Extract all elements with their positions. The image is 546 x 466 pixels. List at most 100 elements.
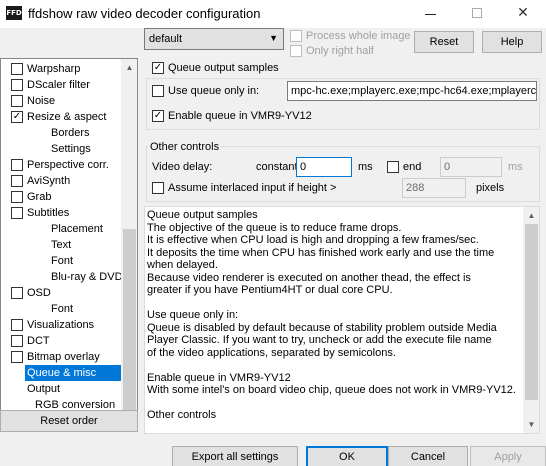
maximize-button[interactable] xyxy=(454,0,500,28)
export-all-settings-button[interactable]: Export all settings xyxy=(172,446,298,466)
ok-button[interactable]: OK xyxy=(306,446,388,466)
tree-item[interactable]: Perspective corr. xyxy=(11,157,121,173)
close-icon: ✕ xyxy=(517,5,529,21)
tree-scroll-thumb[interactable] xyxy=(123,229,136,417)
tree-item[interactable]: Text xyxy=(51,237,121,253)
help-text-area[interactable]: Queue output samples The objective of the… xyxy=(144,206,540,434)
tree-checkbox[interactable] xyxy=(11,79,23,91)
scroll-down-icon[interactable]: ▼ xyxy=(523,416,539,433)
close-button[interactable]: ✕ xyxy=(500,0,546,28)
help-text-line: Enable queue in VMR9-YV12 xyxy=(147,371,291,384)
checkbox-box xyxy=(290,30,302,42)
tree-item-label: Visualizations xyxy=(27,319,95,331)
tree-item-label: Placement xyxy=(51,223,103,235)
tree-checkbox[interactable] xyxy=(11,95,23,107)
tree-item-label: Blu-ray & DVD xyxy=(51,271,123,283)
help-text-line: Queue output samples xyxy=(147,209,258,221)
constant-delay-input[interactable]: 0 xyxy=(296,157,352,177)
tree-checkbox[interactable] xyxy=(11,175,23,187)
tree-item[interactable]: Output xyxy=(27,381,121,397)
process-whole-image-label: Process whole image xyxy=(306,30,411,42)
tree-checkbox[interactable]: ✓ xyxy=(11,111,23,123)
reset-order-button[interactable]: Reset order xyxy=(0,410,138,432)
other-controls-title: Other controls xyxy=(148,141,222,153)
ms-unit-label-end: ms xyxy=(508,161,523,173)
tree-item-label: Settings xyxy=(51,143,91,155)
checkbox-box xyxy=(290,45,302,57)
tree-item[interactable]: Borders xyxy=(51,125,121,141)
tree-item[interactable]: AviSynth xyxy=(11,173,121,189)
tree-item-label: OSD xyxy=(27,287,51,299)
tree-item[interactable]: Font xyxy=(51,253,121,269)
tree-item[interactable]: Bitmap overlay xyxy=(11,349,121,365)
tree-checkbox[interactable] xyxy=(11,335,23,347)
tree-checkbox[interactable] xyxy=(11,159,23,171)
tree-item[interactable]: Blu-ray & DVD xyxy=(51,269,123,285)
tree-item[interactable]: Warpsharp xyxy=(11,61,121,77)
checkbox-box xyxy=(387,161,399,173)
tree-item[interactable]: DCT xyxy=(11,333,121,349)
tree-item[interactable]: DScaler filter xyxy=(11,77,121,93)
preset-dropdown[interactable]: default ▼ xyxy=(144,28,284,50)
assume-interlaced-label: Assume interlaced input if height > xyxy=(168,182,337,194)
tree-item[interactable]: ✓ Resize & aspect xyxy=(11,109,121,125)
tree-item[interactable]: OSD xyxy=(11,285,121,301)
tree-checkbox[interactable] xyxy=(11,319,23,331)
checkbox-box xyxy=(152,182,164,194)
help-text-line: Player Classic. If you want to try, unch… xyxy=(147,334,492,346)
help-text-line: Use queue only in: xyxy=(147,309,239,321)
tree-item-label: Perspective corr. xyxy=(27,159,109,171)
window-title: ffdshow raw video decoder configuration xyxy=(28,6,261,21)
tree-item-label: DScaler filter xyxy=(27,79,90,91)
checkbox-box: ✓ xyxy=(152,110,164,122)
tree-checkbox[interactable] xyxy=(11,191,23,203)
tree-item[interactable]: Grab xyxy=(11,189,121,205)
help-button[interactable]: Help xyxy=(482,31,542,53)
tree-item-label: AviSynth xyxy=(27,175,71,187)
title-bar: FFD ffdshow raw video decoder configurat… xyxy=(0,0,546,28)
scroll-up-icon[interactable]: ▲ xyxy=(523,207,539,224)
tree-item[interactable]: Visualizations xyxy=(11,317,121,333)
help-text-line: It deposits the time when CPU has finish… xyxy=(147,246,495,259)
tree-checkbox[interactable] xyxy=(11,287,23,299)
tree-checkbox[interactable] xyxy=(11,351,23,363)
interlaced-height-input[interactable]: 288 xyxy=(402,178,466,198)
tree-item[interactable]: Queue & misc xyxy=(25,365,121,381)
help-text-line: With some intel's on board video chip, q… xyxy=(147,384,516,396)
help-text-line: greater if you have Pentium4HT or dual c… xyxy=(147,284,393,296)
help-text-line: of the video applications, separated by … xyxy=(147,346,396,359)
tree-item[interactable]: Font xyxy=(51,301,121,317)
tree-checkbox[interactable] xyxy=(11,63,23,75)
tree-scrollbar[interactable]: ▲ ▼ xyxy=(121,59,137,431)
tree-item-label: Font xyxy=(51,255,74,267)
reset-button[interactable]: Reset xyxy=(414,31,474,53)
help-text-line: Because video renderer is executed on an… xyxy=(147,271,471,284)
cancel-button[interactable]: Cancel xyxy=(388,446,468,466)
ms-unit-label: ms xyxy=(358,161,373,173)
tree-item[interactable]: Subtitles xyxy=(11,205,121,221)
tree-checkbox[interactable] xyxy=(11,207,23,219)
checkbox-box: ✓ xyxy=(152,62,164,74)
tree-item-label: Queue & misc xyxy=(27,367,97,379)
queue-only-in-input[interactable]: mpc-hc.exe;mplayerc.exe;mpc-hc64.exe;mpl… xyxy=(287,81,537,101)
tree-item[interactable]: Noise xyxy=(11,93,121,109)
chevron-down-icon: ▼ xyxy=(269,33,278,43)
help-scroll-thumb[interactable] xyxy=(525,224,538,400)
tree-item[interactable]: Placement xyxy=(51,221,121,237)
checkbox-box xyxy=(152,85,164,97)
settings-tree[interactable]: Warpsharp DScaler filter Noise ✓ Resize & as… xyxy=(0,58,138,432)
help-scrollbar[interactable]: ▲ ▼ xyxy=(523,207,539,433)
pixels-label: pixels xyxy=(476,182,505,194)
scroll-up-icon[interactable]: ▲ xyxy=(121,59,137,76)
help-text-line: when delayed. xyxy=(147,259,218,271)
tree-item-label: Output xyxy=(27,383,61,395)
apply-button[interactable]: Apply xyxy=(470,446,546,466)
tree-item[interactable]: Settings xyxy=(51,141,121,157)
only-right-half-label: Only right half xyxy=(306,45,374,57)
tree-item-label: Borders xyxy=(51,127,90,139)
tree-item-label: DCT xyxy=(27,335,50,347)
use-queue-only-in-label: Use queue only in: xyxy=(168,85,260,97)
constant-label: constant xyxy=(256,161,298,173)
end-delay-input[interactable]: 0 xyxy=(440,157,502,177)
minimize-button[interactable] xyxy=(408,0,454,28)
